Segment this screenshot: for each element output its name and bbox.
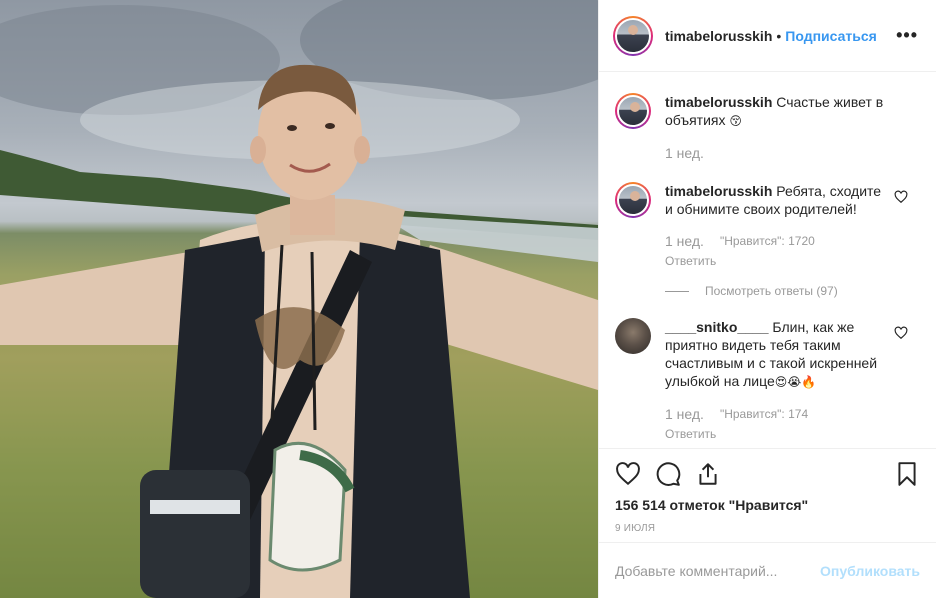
comment-body: timabelorusskih Ребята, сходите и обними…: [665, 182, 887, 270]
instagram-post: timabelorusskih • Подписаться ••• timabe…: [0, 0, 936, 598]
comment-time[interactable]: 1 нед.: [665, 405, 704, 423]
caption-comment: timabelorusskih Счастье живет в объятиях…: [615, 93, 920, 162]
header-separator: •: [776, 27, 782, 44]
comment-avatar[interactable]: [615, 93, 651, 129]
post-side-panel: timabelorusskih • Подписаться ••• timabe…: [598, 0, 936, 598]
likes-count[interactable]: 156 514 отметок "Нравится": [615, 497, 920, 513]
view-replies-label[interactable]: Посмотреть ответы (97): [705, 284, 838, 298]
reply-button[interactable]: Ответить: [665, 425, 887, 443]
replies-divider: [665, 290, 689, 292]
author-avatar[interactable]: [613, 15, 653, 56]
view-replies-button[interactable]: Посмотреть ответы (97): [665, 284, 920, 298]
comment-username[interactable]: timabelorusskih: [665, 183, 772, 199]
list-item: timabelorusskih Ребята, сходите и обними…: [615, 182, 920, 270]
publish-button[interactable]: Опубликовать: [820, 563, 920, 579]
post-date[interactable]: 9 ИЮЛЯ: [615, 523, 920, 534]
comment-username[interactable]: ____snitko____: [665, 319, 769, 335]
comment-likes[interactable]: "Нравится": 174: [720, 405, 808, 423]
comment-likes[interactable]: "Нравится": 1720: [720, 232, 815, 250]
comment-meta: 1 нед.: [665, 144, 887, 162]
post-photo[interactable]: [0, 0, 598, 598]
comment-meta: 1 нед. "Нравится": 1720: [665, 232, 887, 250]
comment-username[interactable]: timabelorusskih: [665, 94, 772, 110]
post-header: timabelorusskih • Подписаться •••: [599, 0, 936, 72]
comment-input[interactable]: Добавьте комментарий...: [615, 563, 777, 579]
comment-time[interactable]: 1 нед.: [665, 232, 704, 250]
comment-emoji: 😍😭🔥: [774, 375, 817, 389]
comments-list[interactable]: timabelorusskih Счастье живет в объятиях…: [599, 73, 936, 449]
comment-body: ____snitko____ Блин, как же приятно виде…: [665, 318, 887, 443]
comment-like-heart-icon[interactable]: [894, 326, 908, 340]
bookmark-icon[interactable]: [894, 461, 920, 487]
comment-emoji: 😚: [729, 114, 742, 128]
comment-time[interactable]: 1 нед.: [665, 144, 704, 162]
reply-button[interactable]: Ответить: [665, 252, 887, 270]
more-options-icon[interactable]: •••: [896, 25, 922, 46]
comment-like-heart-icon[interactable]: [894, 190, 908, 204]
action-icons: [615, 459, 920, 489]
list-item: ____snitko____ Блин, как же приятно виде…: [615, 318, 920, 443]
comment-avatar[interactable]: [615, 318, 651, 354]
comment-meta: 1 нед. "Нравится": 174: [665, 405, 887, 423]
author-username[interactable]: timabelorusskih: [665, 28, 772, 44]
post-actions: 156 514 отметок "Нравится" 9 ИЮЛЯ: [599, 448, 936, 534]
comment-body: timabelorusskih Счастье живет в объятиях…: [665, 93, 887, 162]
share-icon[interactable]: [695, 461, 721, 487]
comment-icon[interactable]: [655, 461, 681, 487]
follow-button[interactable]: Подписаться: [785, 28, 877, 44]
add-comment-bar: Добавьте комментарий... Опубликовать: [599, 542, 936, 598]
comment-avatar[interactable]: [615, 182, 651, 218]
heart-icon[interactable]: [615, 461, 641, 487]
photo-illustration: [0, 0, 598, 598]
